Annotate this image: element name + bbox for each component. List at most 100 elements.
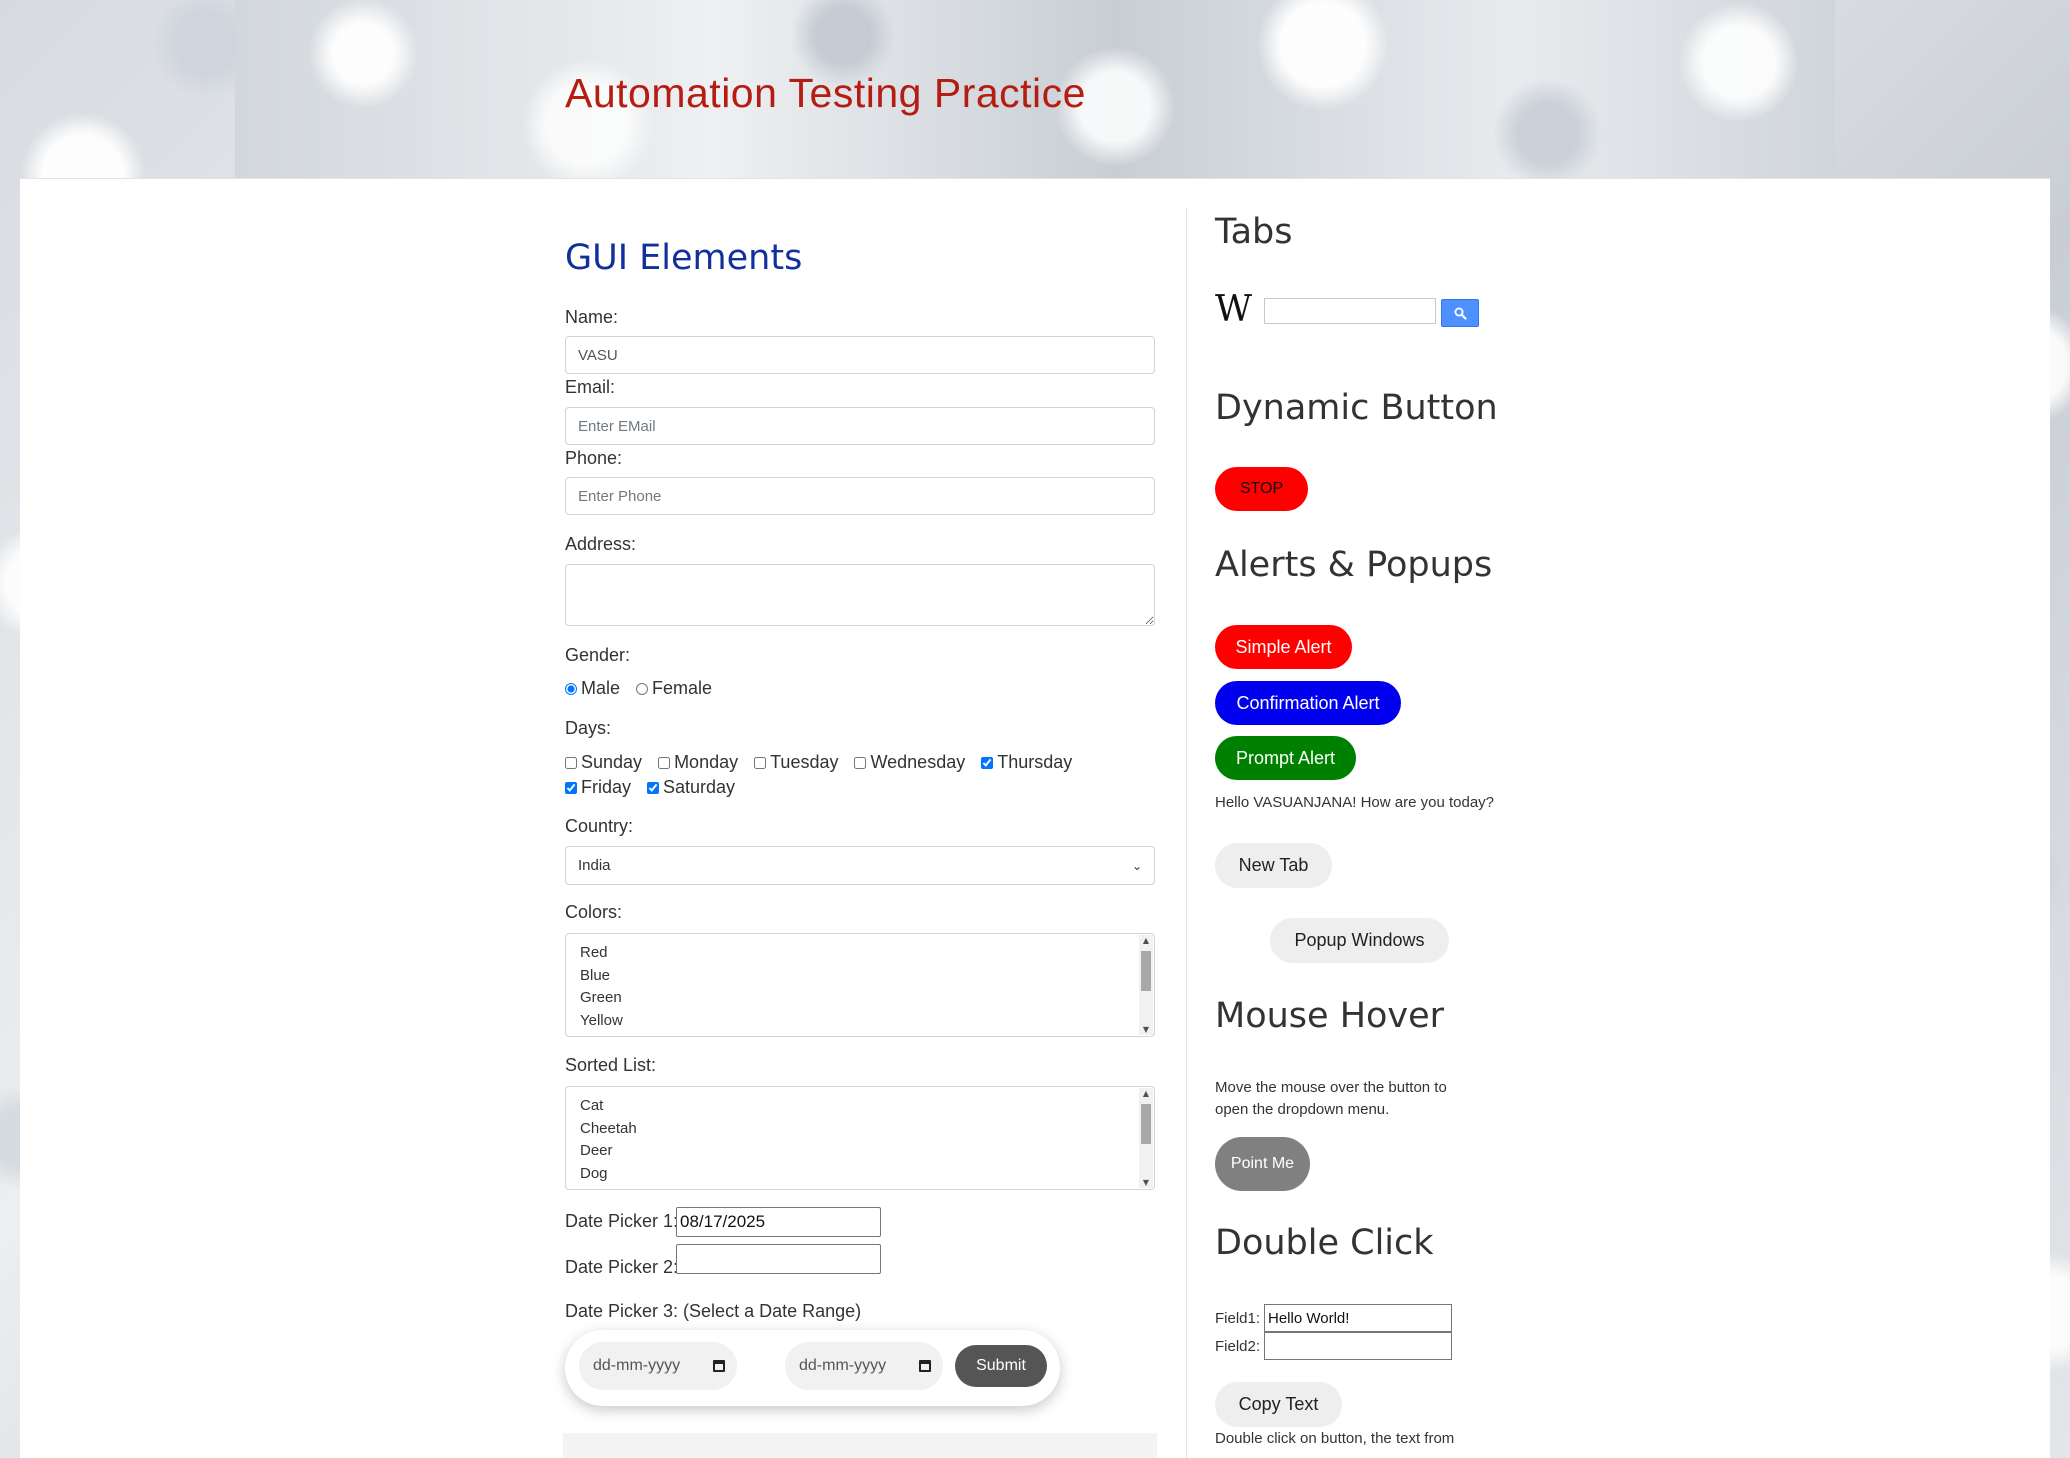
phone-label: Phone: xyxy=(565,448,623,468)
day-sunday-label: Sunday xyxy=(581,752,643,772)
date-picker-1-label: Date Picker 1: xyxy=(565,1211,679,1231)
day-tuesday-checkbox[interactable] xyxy=(754,756,767,769)
gender-male-option[interactable]: Male xyxy=(565,678,620,699)
days-row-1: Sunday Monday Tuesday Wednesday Thursday xyxy=(565,752,1088,773)
popup-windows-button[interactable]: Popup Windows xyxy=(1270,918,1449,963)
prompt-result-message: Hello VASUANJANA! How are you today? xyxy=(1215,794,1495,811)
day-monday-option[interactable]: Monday xyxy=(658,752,738,773)
gender-female-radio[interactable] xyxy=(636,682,649,695)
wikipedia-logo-icon: W xyxy=(1215,289,1253,330)
day-sunday-checkbox[interactable] xyxy=(565,756,577,769)
colors-option[interactable]: Green xyxy=(580,987,1140,1010)
country-selected-value: India xyxy=(578,857,611,874)
mouse-hover-description-line1: Move the mouse over the button to xyxy=(1215,1079,1447,1096)
field2-label: Field2: xyxy=(1215,1338,1261,1355)
gender-female-option[interactable]: Female xyxy=(636,678,712,699)
sorted-listbox[interactable]: Cat Cheetah Deer Dog ▲ ▼ xyxy=(565,1086,1155,1190)
wikipedia-search-button[interactable] xyxy=(1441,299,1479,327)
start-date-input[interactable]: dd-mm-yyyy xyxy=(579,1342,737,1390)
gender-label: Gender: xyxy=(565,645,631,665)
calendar-icon[interactable] xyxy=(713,1360,725,1372)
field2-input[interactable] xyxy=(1264,1332,1452,1360)
gui-elements-heading: GUI Elements xyxy=(565,238,803,278)
end-date-input[interactable]: dd-mm-yyyy xyxy=(785,1342,943,1390)
section-strip xyxy=(563,1433,1157,1458)
search-icon xyxy=(1454,307,1467,320)
day-tuesday-label: Tuesday xyxy=(770,752,839,772)
wikipedia-search-input[interactable] xyxy=(1264,298,1436,324)
mouse-hover-description-line2: open the dropdown menu. xyxy=(1215,1101,1390,1118)
day-sunday-option[interactable]: Sunday xyxy=(565,752,642,773)
alerts-popups-heading: Alerts & Popups xyxy=(1215,545,1493,585)
gender-female-label: Female xyxy=(652,678,713,698)
column-divider xyxy=(1186,208,1187,1458)
stop-button[interactable]: STOP xyxy=(1215,467,1308,511)
scroll-up-icon[interactable]: ▲ xyxy=(1139,1089,1153,1098)
colors-option[interactable]: Blue xyxy=(580,965,1140,988)
colors-option[interactable]: Yellow xyxy=(580,1010,1140,1033)
address-textarea[interactable] xyxy=(565,564,1155,626)
date-range-picker: dd-mm-yyyy dd-mm-yyyy Submit xyxy=(565,1330,1060,1406)
point-me-button[interactable]: Point Me xyxy=(1215,1137,1310,1191)
start-date-placeholder: dd-mm-yyyy xyxy=(593,1357,681,1374)
day-wednesday-checkbox[interactable] xyxy=(854,756,867,769)
field1-input[interactable]: Hello World! xyxy=(1264,1304,1452,1332)
prompt-alert-button[interactable]: Prompt Alert xyxy=(1215,736,1356,780)
tabs-heading: Tabs xyxy=(1215,212,1293,252)
confirmation-alert-button[interactable]: Confirmation Alert xyxy=(1215,681,1401,725)
day-thursday-option[interactable]: Thursday xyxy=(981,752,1072,773)
simple-alert-button[interactable]: Simple Alert xyxy=(1215,625,1352,669)
end-date-placeholder: dd-mm-yyyy xyxy=(799,1357,887,1374)
double-click-heading: Double Click xyxy=(1215,1223,1434,1263)
day-monday-label: Monday xyxy=(674,752,739,772)
date-picker-2-input[interactable] xyxy=(676,1244,881,1274)
scroll-down-icon[interactable]: ▼ xyxy=(1139,1178,1153,1187)
scroll-down-icon[interactable]: ▼ xyxy=(1139,1025,1153,1034)
day-wednesday-option[interactable]: Wednesday xyxy=(854,752,965,773)
day-saturday-checkbox[interactable] xyxy=(647,781,660,794)
days-label: Days: xyxy=(565,718,612,738)
scrollbar-thumb[interactable] xyxy=(1141,1104,1151,1144)
submit-button[interactable]: Submit xyxy=(955,1345,1047,1387)
day-saturday-option[interactable]: Saturday xyxy=(647,777,735,798)
day-monday-checkbox[interactable] xyxy=(658,756,671,769)
day-friday-label: Friday xyxy=(581,777,632,797)
name-input[interactable] xyxy=(565,336,1155,374)
email-input[interactable] xyxy=(565,407,1155,445)
sorted-list-scrollbar[interactable]: ▲ ▼ xyxy=(1139,1088,1153,1188)
copy-text-button[interactable]: Copy Text xyxy=(1215,1382,1342,1427)
sorted-list-option[interactable]: Cat xyxy=(580,1095,1140,1118)
sorted-list-option[interactable]: Deer xyxy=(580,1140,1140,1163)
day-thursday-label: Thursday xyxy=(997,752,1073,772)
gender-male-label: Male xyxy=(581,678,621,698)
calendar-icon[interactable] xyxy=(919,1360,931,1372)
site-title: Automation Testing Practice xyxy=(565,70,1086,116)
sorted-list-option[interactable]: Dog xyxy=(580,1163,1140,1186)
sorted-list-label: Sorted List: xyxy=(565,1055,657,1075)
colors-option[interactable]: Red xyxy=(580,942,1140,965)
dynamic-button-heading: Dynamic Button xyxy=(1215,388,1498,428)
sorted-list-option[interactable]: Cheetah xyxy=(580,1118,1140,1141)
gender-male-radio[interactable] xyxy=(565,682,577,695)
day-friday-checkbox[interactable] xyxy=(565,781,577,794)
email-label: Email: xyxy=(565,377,616,397)
day-tuesday-option[interactable]: Tuesday xyxy=(754,752,838,773)
country-select[interactable]: India ⌄ xyxy=(565,846,1155,885)
day-saturday-label: Saturday xyxy=(663,777,736,797)
colors-label: Colors: xyxy=(565,902,623,922)
day-thursday-checkbox[interactable] xyxy=(981,756,994,769)
scrollbar-thumb[interactable] xyxy=(1141,951,1151,991)
phone-input[interactable] xyxy=(565,477,1155,515)
double-click-description: Double click on button, the text from xyxy=(1215,1430,1455,1447)
date-picker-1-input[interactable]: 08/17/2025 xyxy=(676,1207,881,1237)
new-tab-button[interactable]: New Tab xyxy=(1215,843,1332,888)
mouse-hover-heading: Mouse Hover xyxy=(1215,996,1445,1036)
date-picker-3-label: Date Picker 3: (Select a Date Range) xyxy=(565,1301,862,1321)
gender-options: Male Female xyxy=(565,678,728,699)
scroll-up-icon[interactable]: ▲ xyxy=(1139,936,1153,945)
chevron-down-icon: ⌄ xyxy=(1131,858,1142,873)
colors-listbox[interactable]: Red Blue Green Yellow ▲ ▼ xyxy=(565,933,1155,1037)
day-wednesday-label: Wednesday xyxy=(870,752,966,772)
colors-scrollbar[interactable]: ▲ ▼ xyxy=(1139,935,1153,1035)
day-friday-option[interactable]: Friday xyxy=(565,777,631,798)
